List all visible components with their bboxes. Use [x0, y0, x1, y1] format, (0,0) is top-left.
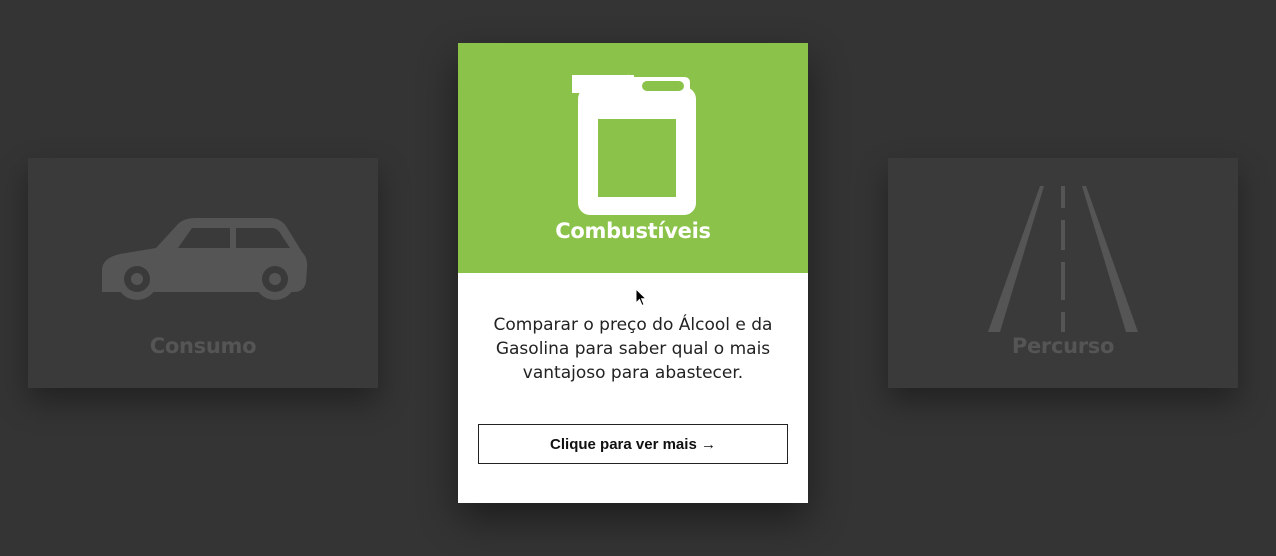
mouse-cursor-icon — [635, 288, 648, 307]
card-header: Combustíveis — [458, 43, 808, 273]
see-more-button[interactable]: Clique para ver mais → — [478, 424, 788, 464]
card-consumo[interactable]: Consumo — [28, 158, 378, 388]
card-title: Consumo — [149, 334, 257, 358]
card-percurso[interactable]: Percurso — [888, 158, 1238, 388]
card-combustiveis[interactable]: Combustíveis Comparar o preço do Álcool … — [458, 43, 808, 503]
car-icon — [102, 218, 308, 300]
card-title: Percurso — [1011, 334, 1115, 358]
card-title: Combustíveis — [555, 219, 711, 243]
road-icon — [988, 186, 1138, 332]
fuel-can-icon — [572, 73, 696, 215]
card-description: Comparar o preço do Álcool e da Gasolina… — [493, 315, 773, 383]
